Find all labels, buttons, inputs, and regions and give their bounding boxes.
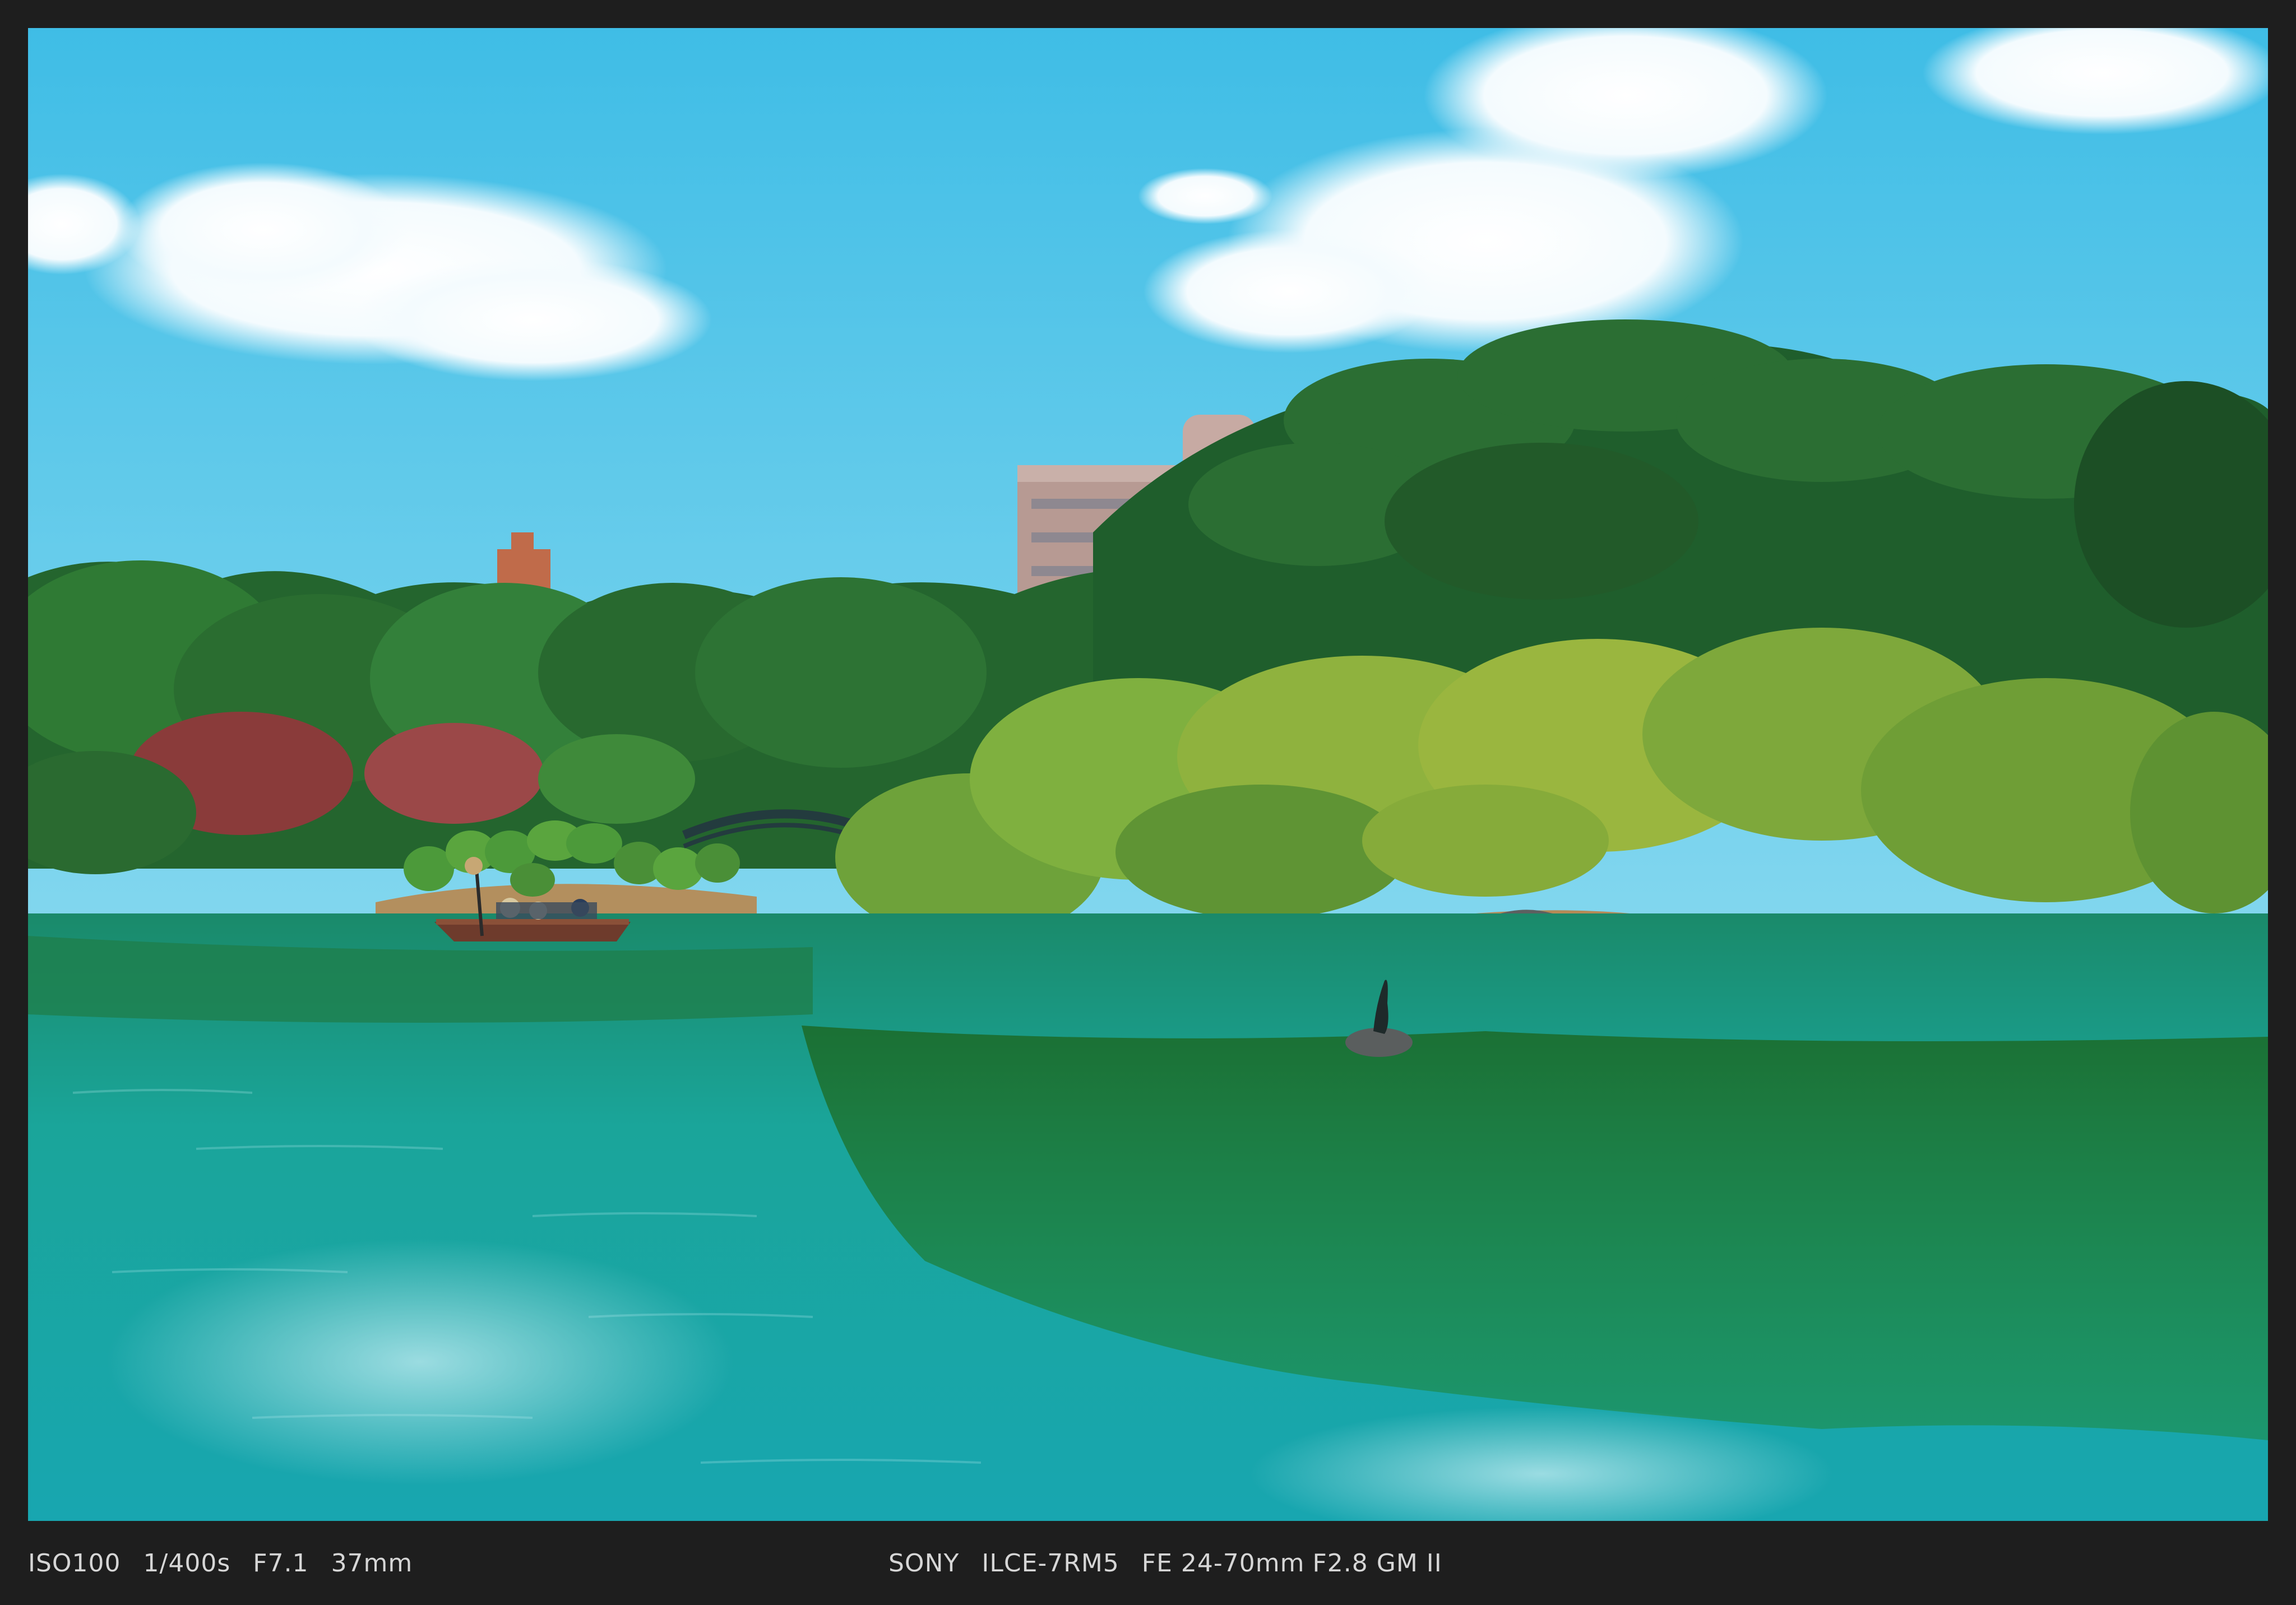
iso-value: ISO100 bbox=[28, 1549, 121, 1578]
exif-settings: ISO100 1/400s F7.1 37mm bbox=[28, 1549, 413, 1578]
focal-length: 37mm bbox=[331, 1549, 413, 1578]
garden-scene bbox=[28, 28, 2268, 1521]
lens-info: FE 24-70mm F2.8 GM II bbox=[1142, 1549, 1442, 1578]
garden-photo bbox=[28, 28, 2268, 1521]
camera-model: ILCE-7RM5 bbox=[982, 1549, 1119, 1578]
camera-info: SONY ILCE-7RM5 FE 24-70mm F2.8 GM II bbox=[888, 1549, 1442, 1578]
aperture-value: F7.1 bbox=[253, 1549, 309, 1578]
lens-spec: F2.8 GM II bbox=[1312, 1549, 1442, 1578]
camera-brand: SONY bbox=[888, 1549, 960, 1578]
shutter-speed: 1/400s bbox=[143, 1549, 231, 1578]
photo-frame: ISO100 1/400s F7.1 37mm SONY ILCE-7RM5 F… bbox=[0, 0, 2296, 1605]
lens-name: FE 24-70mm bbox=[1141, 1549, 1305, 1578]
exif-info-bar: ISO100 1/400s F7.1 37mm SONY ILCE-7RM5 F… bbox=[0, 1521, 2296, 1605]
